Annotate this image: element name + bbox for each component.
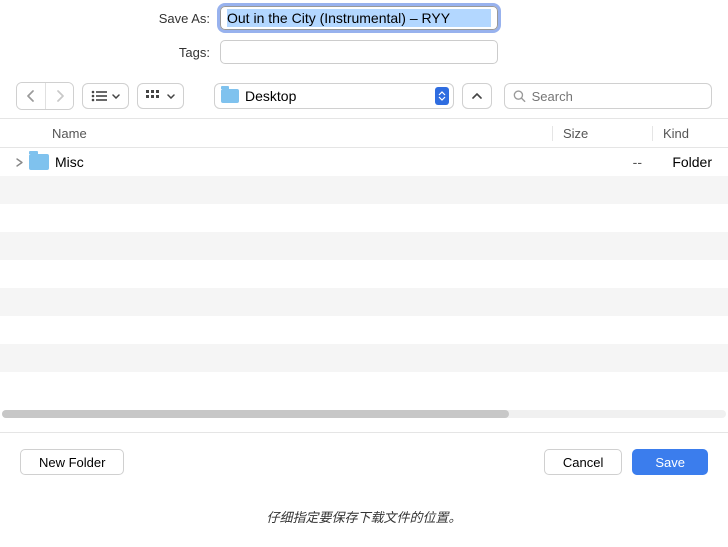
search-icon: [513, 89, 526, 103]
location-selector[interactable]: Desktop: [214, 83, 454, 109]
search-input[interactable]: [532, 89, 703, 104]
collapse-button[interactable]: [462, 83, 492, 109]
list-header: Name Size Kind: [0, 118, 728, 148]
table-row: [0, 372, 728, 400]
save-as-input-wrap[interactable]: [220, 6, 498, 30]
location-text: Desktop: [245, 88, 429, 104]
folder-icon: [221, 89, 239, 103]
cancel-button[interactable]: Cancel: [544, 449, 622, 475]
table-row: [0, 204, 728, 232]
horizontal-scrollbar[interactable]: [2, 410, 726, 418]
table-row: [0, 232, 728, 260]
file-list: Misc -- Folder: [0, 148, 728, 410]
back-button[interactable]: [17, 83, 45, 109]
file-size: --: [552, 154, 652, 170]
table-row: [0, 288, 728, 316]
forward-button[interactable]: [45, 83, 73, 109]
disclosure-icon[interactable]: [16, 158, 23, 167]
column-name[interactable]: Name: [16, 126, 552, 141]
caption-text: 仔细指定要保存下载文件的位置。: [0, 507, 728, 526]
table-row: [0, 176, 728, 204]
table-row: [0, 260, 728, 288]
chevron-down-icon: [112, 94, 120, 99]
tags-input-wrap[interactable]: [220, 40, 498, 64]
new-folder-button[interactable]: New Folder: [20, 449, 124, 475]
chevron-right-icon: [56, 90, 64, 102]
tags-input[interactable]: [227, 43, 491, 61]
column-kind[interactable]: Kind: [652, 126, 712, 141]
list-icon: [91, 90, 107, 102]
search-box[interactable]: [504, 83, 712, 109]
nav-buttons: [16, 82, 74, 110]
table-row: [0, 344, 728, 372]
save-as-label: Save As:: [0, 11, 220, 26]
grid-icon: [146, 90, 162, 102]
folder-icon: [29, 154, 49, 170]
tags-label: Tags:: [0, 45, 220, 60]
chevron-left-icon: [27, 90, 35, 102]
column-size[interactable]: Size: [552, 126, 652, 141]
chevron-down-icon: [167, 94, 175, 99]
scrollbar-thumb[interactable]: [2, 410, 509, 418]
table-row[interactable]: Misc -- Folder: [0, 148, 728, 176]
chevron-up-icon: [472, 93, 482, 99]
updown-icon: [435, 87, 449, 105]
file-kind: Folder: [652, 154, 712, 170]
save-button[interactable]: Save: [632, 449, 708, 475]
save-as-input[interactable]: [227, 9, 491, 27]
view-list-button[interactable]: [82, 83, 129, 109]
file-name: Misc: [55, 154, 84, 170]
view-grid-button[interactable]: [137, 83, 184, 109]
table-row: [0, 316, 728, 344]
